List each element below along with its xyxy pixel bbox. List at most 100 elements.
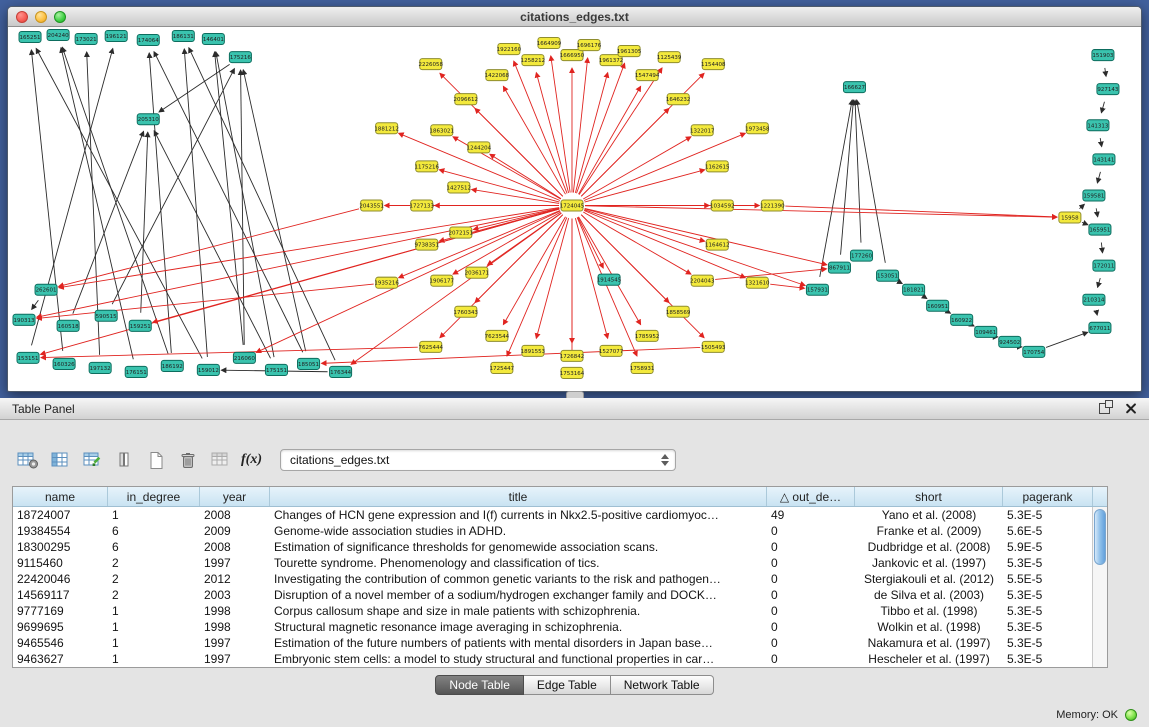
- graph-node[interactable]: 2204043: [690, 275, 715, 286]
- graph-node[interactable]: 927143: [1097, 84, 1119, 95]
- graph-node[interactable]: 1881212: [374, 123, 398, 134]
- float-panel-icon[interactable]: [1099, 403, 1110, 414]
- graph-node[interactable]: 1321610: [745, 277, 770, 288]
- edit-table-button[interactable]: [78, 448, 105, 473]
- graph-node[interactable]: 185051: [298, 358, 320, 369]
- column-header-2[interactable]: year: [200, 487, 270, 506]
- graph-node[interactable]: 173021: [75, 34, 97, 45]
- table-source-dropdown[interactable]: citations_edges.txt: [280, 449, 676, 471]
- column-header-6[interactable]: pagerank: [1003, 487, 1093, 506]
- graph-node[interactable]: 1935216: [374, 277, 399, 288]
- table-row[interactable]: 2242004622012Investigating the contribut…: [13, 571, 1107, 587]
- column-header-3[interactable]: title: [270, 487, 767, 506]
- graph-node[interactable]: 172011: [1093, 260, 1115, 271]
- graph-node[interactable]: 1753164: [560, 367, 585, 378]
- graph-node[interactable]: 1785952: [635, 330, 659, 341]
- zoom-window-button[interactable]: [54, 11, 66, 23]
- graph-node[interactable]: 1891553: [521, 345, 546, 356]
- graph-node[interactable]: 151903: [1092, 50, 1114, 61]
- graph-node[interactable]: 1547494: [635, 70, 660, 81]
- table-row[interactable]: 1456911722003Disruption of a novel membe…: [13, 587, 1107, 603]
- graph-node[interactable]: 262601: [35, 284, 57, 295]
- graph-node[interactable]: 1664909: [537, 38, 562, 49]
- graph-node[interactable]: 157931: [806, 284, 828, 295]
- graph-node[interactable]: 1258212: [521, 55, 545, 66]
- column-header-5[interactable]: short: [855, 487, 1003, 506]
- graph-node[interactable]: 165251: [19, 32, 41, 43]
- scrollbar-thumb[interactable]: [1094, 509, 1106, 565]
- graph-node[interactable]: 160951: [927, 300, 949, 311]
- graph-node[interactable]: 1505493: [701, 341, 726, 352]
- graph-node[interactable]: 177260: [850, 250, 872, 261]
- column-header-0[interactable]: name: [13, 487, 108, 506]
- delete-table-button[interactable]: [174, 448, 201, 473]
- close-panel-icon[interactable]: [1124, 402, 1137, 415]
- graph-node[interactable]: 1034592: [710, 200, 734, 211]
- graph-node[interactable]: 1961305: [617, 46, 642, 57]
- graph-node[interactable]: 1725447: [490, 362, 515, 373]
- graph-node[interactable]: 1646232: [666, 94, 690, 105]
- graph-node[interactable]: 1914545: [597, 274, 622, 285]
- graph-node[interactable]: 924502: [999, 336, 1021, 347]
- graph-hub-node[interactable]: 1724045: [560, 200, 585, 211]
- graph-node[interactable]: 210314: [1083, 294, 1105, 305]
- graph-node[interactable]: 1758931: [630, 362, 654, 373]
- graph-node[interactable]: 2226058: [419, 59, 444, 70]
- new-table-button[interactable]: [142, 448, 169, 473]
- column-header-4[interactable]: △ out_de…: [767, 487, 855, 506]
- graph-node[interactable]: 15958: [1059, 212, 1081, 223]
- graph-node[interactable]: 204240: [47, 30, 69, 41]
- graph-node[interactable]: 867911: [828, 262, 850, 273]
- graph-node[interactable]: 1696176: [577, 40, 602, 51]
- graph-node[interactable]: 160326: [53, 358, 75, 369]
- table-row[interactable]: 1938455462009Genome-wide association stu…: [13, 523, 1107, 539]
- graph-node[interactable]: 190313: [13, 314, 35, 325]
- graph-node[interactable]: 1125439: [657, 52, 682, 63]
- graph-node[interactable]: 1422068: [485, 70, 510, 81]
- import-table-button[interactable]: [206, 448, 233, 473]
- graph-node[interactable]: 176344: [330, 366, 352, 377]
- table-row[interactable]: 1872400712008Changes of HCN gene express…: [13, 507, 1107, 523]
- graph-node[interactable]: 2096612: [454, 94, 478, 105]
- graph-node[interactable]: 197132: [89, 362, 111, 373]
- mini-columns-button[interactable]: [110, 448, 137, 473]
- graph-node[interactable]: 1922160: [497, 44, 522, 55]
- graph-node[interactable]: 159251: [129, 320, 151, 331]
- graph-node[interactable]: 2072151: [449, 227, 473, 238]
- close-window-button[interactable]: [16, 11, 28, 23]
- graph-node[interactable]: 7623544: [485, 330, 510, 341]
- graph-node[interactable]: 153051: [877, 270, 899, 281]
- graph-node[interactable]: 1162615: [705, 161, 730, 172]
- graph-node[interactable]: 1906177: [430, 275, 455, 286]
- graph-node[interactable]: 2043551: [359, 200, 383, 211]
- graph-node[interactable]: 175151: [265, 364, 287, 375]
- graph-node[interactable]: 175216: [229, 52, 251, 63]
- graph-node[interactable]: 1164612: [705, 239, 729, 250]
- graph-node[interactable]: 109461: [975, 326, 997, 337]
- tab-network-table[interactable]: Network Table: [611, 675, 714, 695]
- table-scrollbar[interactable]: [1092, 507, 1107, 667]
- table-row[interactable]: 946554611997Estimation of the future num…: [13, 635, 1107, 651]
- table-settings-button[interactable]: [14, 448, 41, 473]
- graph-node[interactable]: 1973458: [745, 123, 770, 134]
- graph-node[interactable]: 170754: [1023, 346, 1045, 357]
- graph-node[interactable]: 1666950: [560, 50, 585, 61]
- function-builder-button[interactable]: f(x): [238, 448, 265, 473]
- graph-node[interactable]: 677011: [1089, 322, 1111, 333]
- graph-node[interactable]: 153151: [17, 352, 39, 363]
- graph-node[interactable]: 160518: [57, 320, 79, 331]
- graph-node[interactable]: 1322017: [690, 125, 715, 136]
- graph-node[interactable]: 1863021: [430, 125, 454, 136]
- memory-indicator[interactable]: [1125, 709, 1137, 721]
- graph-node[interactable]: 160922: [951, 314, 973, 325]
- graph-node[interactable]: 1244204: [467, 142, 492, 153]
- graph-node[interactable]: 7625444: [419, 341, 444, 352]
- minimize-window-button[interactable]: [35, 11, 47, 23]
- graph-node[interactable]: 186192: [161, 360, 183, 371]
- table-row[interactable]: 969969511998Structural magnetic resonanc…: [13, 619, 1107, 635]
- graph-node[interactable]: 590515: [95, 310, 117, 321]
- graph-node[interactable]: 186131: [172, 31, 194, 42]
- graph-node[interactable]: 1175216: [414, 161, 439, 172]
- graph-node[interactable]: 9738351: [414, 239, 438, 250]
- graph-node[interactable]: 1154408: [701, 59, 726, 70]
